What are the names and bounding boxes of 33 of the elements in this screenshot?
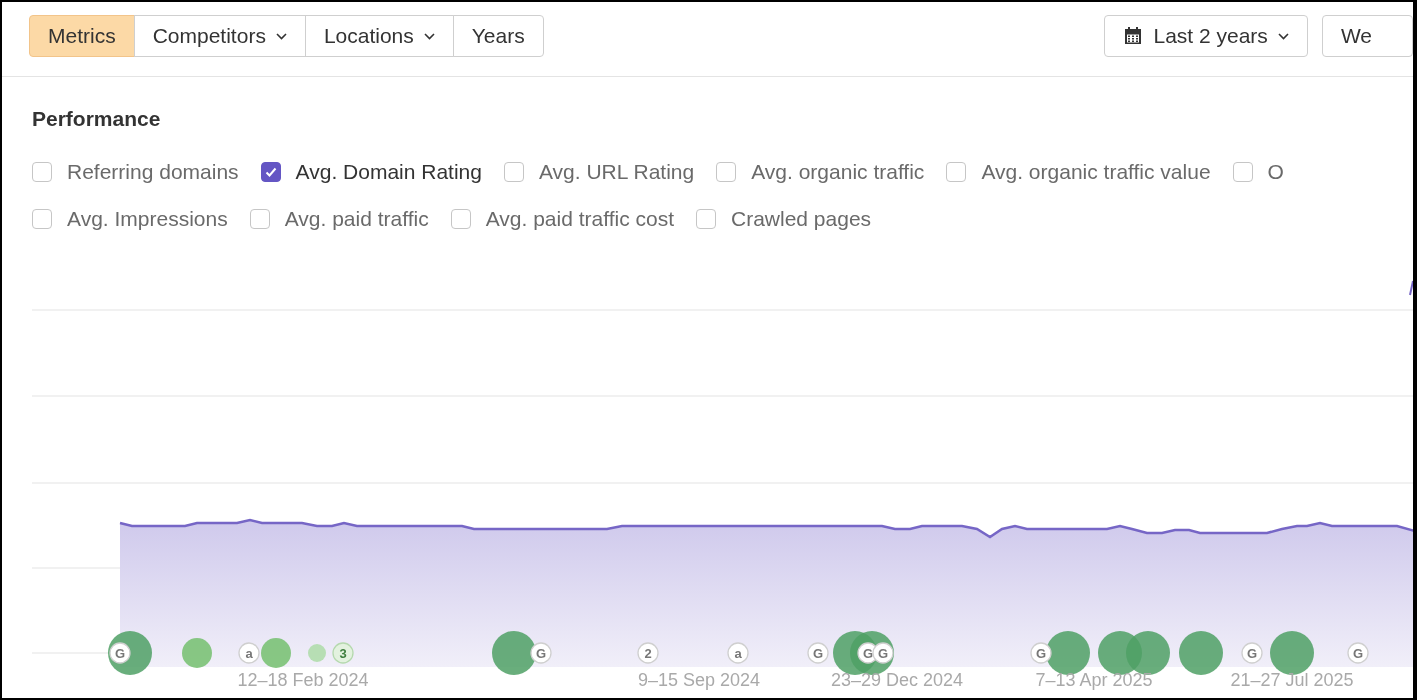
event-badge[interactable]: G	[1030, 642, 1052, 664]
metric-checkbox[interactable]: Avg. paid traffic cost	[450, 207, 674, 231]
event-badge[interactable]: a	[727, 642, 749, 664]
segment-tab[interactable]: Years	[452, 15, 544, 57]
metric-checkbox[interactable]: Referring domains	[32, 160, 239, 184]
toolbar-button[interactable]: We	[1321, 15, 1413, 57]
event-badge[interactable]: G	[1241, 642, 1263, 664]
axis-label: 12–18 Feb 2024	[237, 670, 369, 690]
event-badge[interactable]: 3	[332, 642, 354, 664]
metric-checkbox[interactable]: Avg. organic traffic	[716, 160, 925, 184]
segment-tab[interactable]: Metrics	[29, 15, 135, 57]
event-badge[interactable]: a	[238, 642, 260, 664]
event-badge[interactable]: G	[109, 642, 131, 664]
event-badge[interactable]: 2	[637, 642, 659, 664]
segment-tab[interactable]: Locations	[304, 15, 454, 57]
metric-checkbox[interactable]: Avg. paid traffic	[249, 207, 429, 231]
metric-checkbox[interactable]: Avg. organic traffic value	[946, 160, 1211, 184]
metric-checkbox[interactable]: Avg. Domain Rating	[260, 160, 482, 184]
event-badge[interactable]: G	[1347, 642, 1369, 664]
metric-checkbox[interactable]: O	[1232, 160, 1284, 184]
segment-tab[interactable]: Competitors	[133, 15, 306, 57]
event-badge[interactable]: G	[530, 642, 552, 664]
event-badge[interactable]: G	[872, 642, 894, 664]
date-range-dropdown[interactable]: Last 2 years	[1104, 15, 1308, 57]
axis-label: 21–27 Jul 2025	[1230, 670, 1354, 690]
section-title: Performance	[32, 107, 162, 131]
axis-label: 9–15 Sep 2024	[637, 670, 761, 690]
axis-label: 7–13 Apr 2025	[1035, 670, 1153, 690]
metric-checkbox[interactable]: Avg. URL Rating	[503, 160, 695, 184]
axis-label: 23–29 Dec 2024	[830, 670, 964, 690]
metric-checkbox[interactable]: Crawled pages	[696, 207, 872, 231]
metric-checkbox[interactable]: Avg. Impressions	[32, 207, 228, 231]
event-badge[interactable]: G	[807, 642, 829, 664]
